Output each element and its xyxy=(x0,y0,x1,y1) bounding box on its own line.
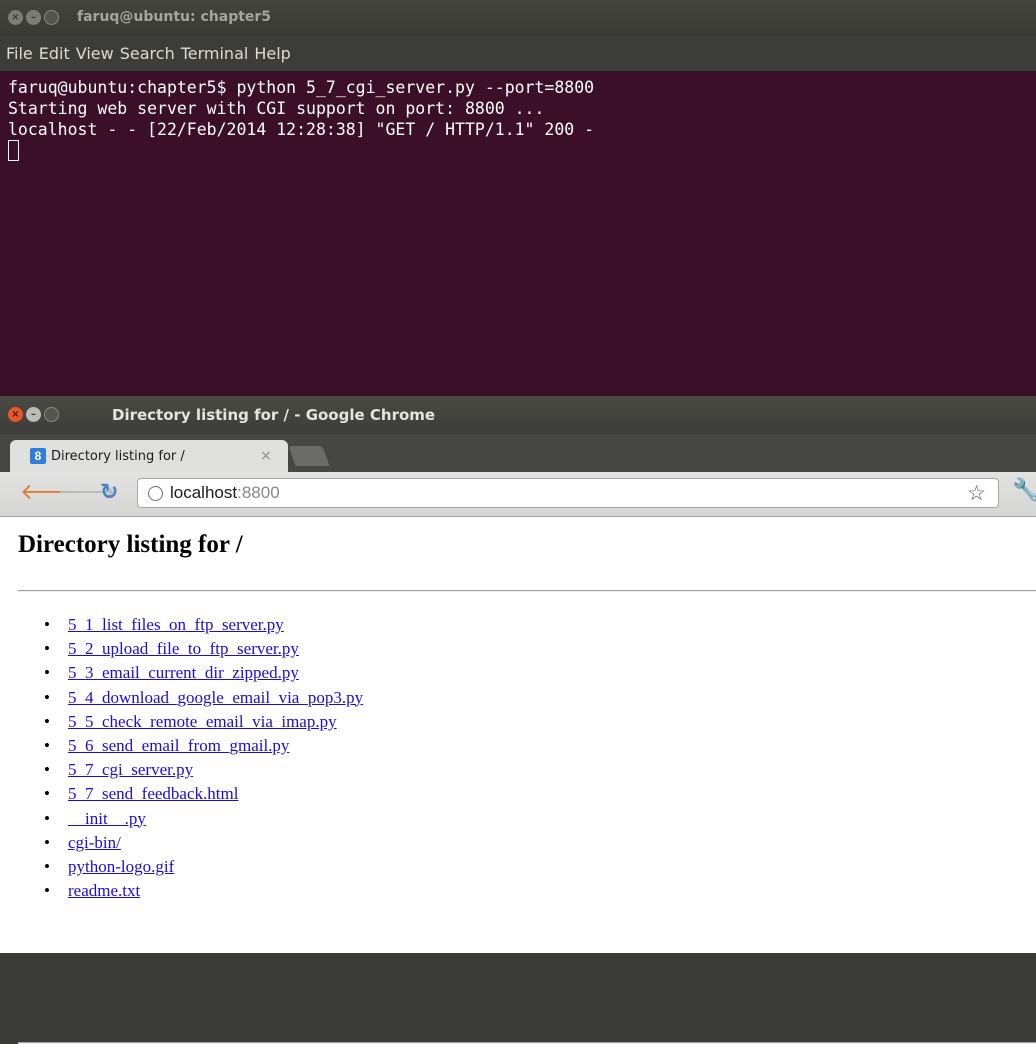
terminal-title: faruq@ubuntu: chapter5 xyxy=(77,9,272,25)
wrench-icon[interactable]: 🔧 xyxy=(1012,478,1036,503)
file-link[interactable]: 5_1_list_files_on_ftp_server.py xyxy=(68,615,284,634)
terminal-window-controls: × – xyxy=(8,10,59,25)
page-content: Directory listing for / 5_1_list_files_o… xyxy=(0,517,1036,1044)
reload-icon[interactable]: ↻ xyxy=(100,481,118,505)
chrome-titlebar: × – Directory listing for / - Google Chr… xyxy=(0,396,1036,434)
browser-toolbar: 🡐 🡒 ↻ localhost:8800 ☆ 🔧 xyxy=(0,472,1036,517)
minimize-icon[interactable]: – xyxy=(26,10,41,25)
close-icon[interactable]: × xyxy=(8,10,23,25)
tab-label: Directory listing for / xyxy=(51,448,185,464)
new-tab-button[interactable] xyxy=(288,446,330,466)
file-link[interactable]: 5_4_download_google_email_via_pop3.py xyxy=(68,688,363,707)
close-icon[interactable]: × xyxy=(8,407,23,422)
file-list: 5_1_list_files_on_ftp_server.py 5_2_uplo… xyxy=(28,613,363,904)
file-link[interactable]: python-logo.gif xyxy=(68,857,174,876)
url-host: localhost xyxy=(170,483,238,502)
terminal-line: localhost - - [22/Feb/2014 12:28:38] "GE… xyxy=(8,120,595,139)
tab-strip: 8 Directory listing for / × xyxy=(0,434,1036,472)
list-item: 5_5_check_remote_email_via_imap.py xyxy=(44,710,363,734)
list-item: 5_1_list_files_on_ftp_server.py xyxy=(44,613,363,637)
chrome-title: Directory listing for / - Google Chrome xyxy=(112,406,436,424)
file-link[interactable]: 5_7_cgi_server.py xyxy=(68,760,193,779)
list-item: 5_2_upload_file_to_ftp_server.py xyxy=(44,637,363,661)
url-port: :8800 xyxy=(237,483,280,502)
list-item: 5_3_email_current_dir_zipped.py xyxy=(44,661,363,685)
terminal-menubar: File Edit View Search Terminal Help xyxy=(0,36,1036,71)
tab-directory-listing[interactable]: 8 Directory listing for / × xyxy=(10,440,288,472)
terminal-cursor xyxy=(8,140,19,161)
maximize-icon[interactable] xyxy=(44,407,59,422)
file-link[interactable]: 5_5_check_remote_email_via_imap.py xyxy=(68,712,337,731)
terminal-line: faruq@ubuntu:chapter5$ python 5_7_cgi_se… xyxy=(8,78,595,97)
minimize-icon[interactable]: – xyxy=(26,407,41,422)
globe-icon xyxy=(148,485,163,501)
list-item: __init__.py xyxy=(44,807,363,831)
favicon-icon: 8 xyxy=(30,448,46,464)
file-link[interactable]: 5_3_email_current_dir_zipped.py xyxy=(68,663,299,682)
file-link[interactable]: __init__.py xyxy=(68,809,146,828)
list-item: 5_7_send_feedback.html xyxy=(44,782,363,806)
file-link[interactable]: readme.txt xyxy=(68,881,140,900)
file-link[interactable]: 5_7_send_feedback.html xyxy=(68,784,238,803)
terminal-window: × – faruq@ubuntu: chapter5 File Edit Vie… xyxy=(0,0,1036,396)
list-item: cgi-bin/ xyxy=(44,831,363,855)
bookmark-star-icon[interactable]: ☆ xyxy=(967,481,986,506)
menu-terminal[interactable]: Terminal xyxy=(181,44,249,63)
page-title: Directory listing for / xyxy=(18,531,243,558)
menu-file[interactable]: File xyxy=(6,44,33,63)
menu-view[interactable]: View xyxy=(76,44,114,63)
chrome-window: × – Directory listing for / - Google Chr… xyxy=(0,396,1036,1044)
chrome-window-controls: × – xyxy=(8,407,59,422)
list-item: python-logo.gif xyxy=(44,855,363,879)
close-tab-icon[interactable]: × xyxy=(260,448,272,464)
divider xyxy=(18,590,1036,592)
terminal-output[interactable]: faruq@ubuntu:chapter5$ python 5_7_cgi_se… xyxy=(0,71,1036,396)
menu-search[interactable]: Search xyxy=(120,44,175,63)
menu-edit[interactable]: Edit xyxy=(39,44,70,63)
file-link[interactable]: 5_6_send_email_from_gmail.py xyxy=(68,736,289,755)
maximize-icon[interactable] xyxy=(44,10,59,25)
file-link[interactable]: cgi-bin/ xyxy=(68,833,121,852)
list-item: readme.txt xyxy=(44,879,363,903)
terminal-line: Starting web server with CGI support on … xyxy=(8,99,545,118)
terminal-titlebar: × – faruq@ubuntu: chapter5 xyxy=(0,0,1036,36)
list-item: 5_7_cgi_server.py xyxy=(44,758,363,782)
menu-help[interactable]: Help xyxy=(254,44,290,63)
list-item: 5_4_download_google_email_via_pop3.py xyxy=(44,686,363,710)
address-bar[interactable]: localhost:8800 ☆ xyxy=(137,478,999,508)
list-item: 5_6_send_email_from_gmail.py xyxy=(44,734,363,758)
file-link[interactable]: 5_2_upload_file_to_ftp_server.py xyxy=(68,639,299,658)
